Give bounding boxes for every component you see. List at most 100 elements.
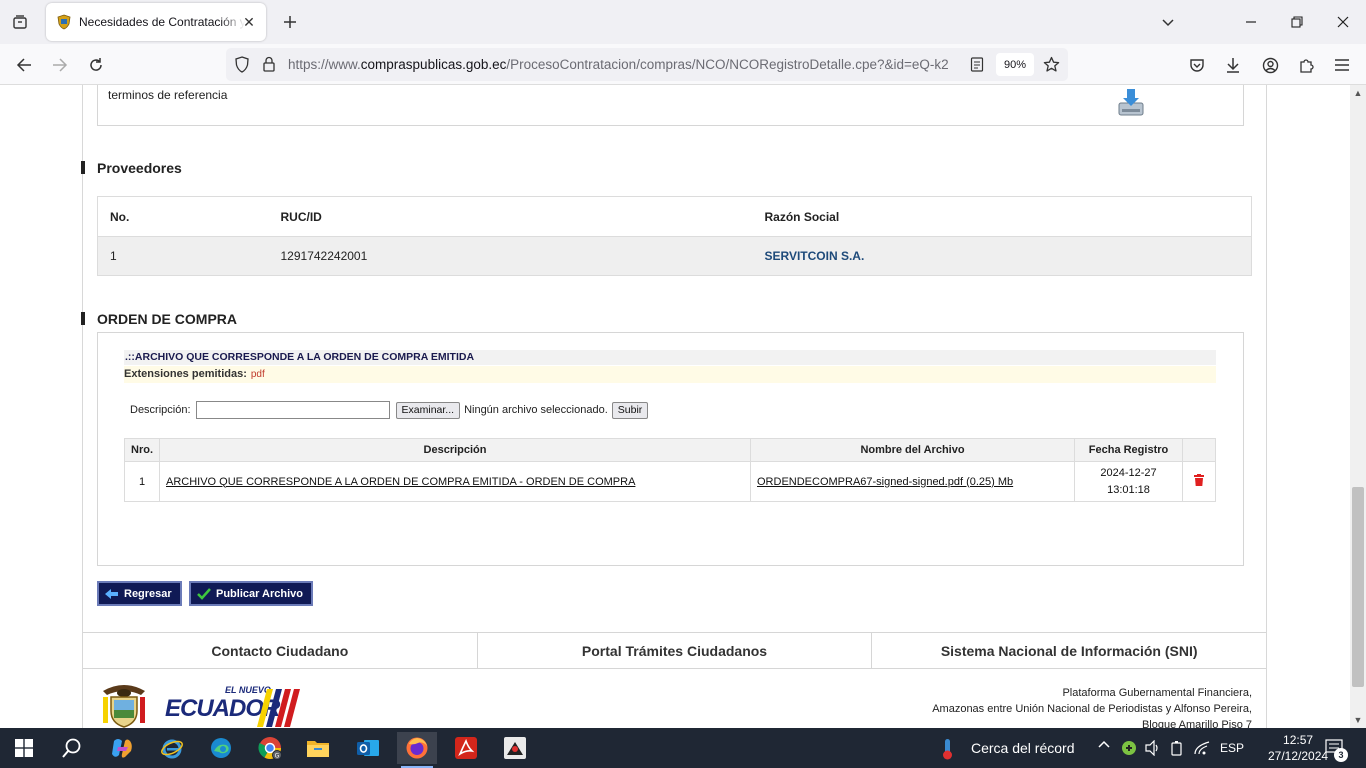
file-date-cell: 2024-12-27 13:01:18: [1074, 461, 1183, 502]
file-nro: 1: [124, 461, 160, 502]
vpn-shield-tray-icon[interactable]: [1121, 740, 1137, 756]
reader-view-icon[interactable]: [970, 57, 984, 72]
file-name-cell: ORDENDECOMPRA67-signed-signed.pdf (0.25)…: [750, 461, 1075, 502]
internet-explorer-icon[interactable]: [152, 732, 192, 764]
address-bar[interactable]: https://www.compraspublicas.gob.ec/Proce…: [226, 48, 1068, 81]
footer-address: Plataforma Gubernamental Financiera, Ama…: [932, 685, 1252, 728]
new-tab-icon[interactable]: [278, 10, 302, 34]
checkmark-icon: [197, 587, 211, 600]
volume-icon[interactable]: [1145, 740, 1161, 756]
chrome-icon[interactable]: G: [250, 732, 290, 764]
restore-window-icon[interactable]: [1283, 8, 1311, 36]
close-tab-icon[interactable]: ✕: [240, 13, 258, 31]
file-date: 2024-12-27: [1100, 466, 1157, 479]
outlook-icon[interactable]: [348, 732, 388, 764]
firefox-icon[interactable]: [397, 732, 437, 768]
windows-taskbar: G Cerca del récord ESP 12:57 27/12/2024 …: [0, 728, 1366, 768]
browser-tab-active[interactable]: Necesidades de Contratación y ✕: [46, 3, 266, 41]
proveedores-table: No. RUC/ID Razón Social 1 1291742242001 …: [97, 196, 1252, 276]
orden-compra-panel: .::ARCHIVO QUE CORRESPONDE A LA ORDEN DE…: [97, 332, 1244, 566]
padlock-icon[interactable]: [262, 56, 276, 72]
adobe-acrobat-icon[interactable]: [446, 732, 486, 764]
downloads-icon[interactable]: [1218, 50, 1248, 80]
publicar-archivo-button[interactable]: Publicar Archivo: [189, 581, 314, 606]
scrollbar-thumb[interactable]: [1352, 487, 1364, 687]
upload-button[interactable]: Subir: [611, 401, 649, 419]
trash-delete-icon[interactable]: [1194, 474, 1204, 486]
file-description-link[interactable]: ARCHIVO QUE CORRESPONDE A LA ORDEN DE CO…: [166, 476, 635, 488]
input-language[interactable]: ESP: [1220, 741, 1244, 755]
files-table: Nro. Descripción Nombre del Archivo Fech…: [124, 438, 1216, 502]
address-line: Bloque Amarillo Piso 7: [1141, 719, 1252, 728]
system-clock[interactable]: 12:57 27/12/2024: [1268, 732, 1328, 764]
document-label: terminos de referencia: [108, 88, 228, 102]
tab-title: Necesidades de Contratación y: [79, 15, 245, 29]
copilot-icon[interactable]: [102, 732, 142, 764]
archivo-section-header: .::ARCHIVO QUE CORRESPONDE A LA ORDEN DE…: [124, 350, 1216, 365]
footer-link-sni[interactable]: Sistema Nacional de Información (SNI): [872, 633, 1266, 668]
browse-button[interactable]: Examinar...: [395, 401, 461, 419]
edge-browser-icon[interactable]: [201, 732, 241, 764]
extensions-label: Extensiones pemitidas:: [124, 368, 247, 380]
column-header: Nro.: [124, 438, 160, 462]
wifi-icon[interactable]: [1193, 740, 1211, 756]
file-name-link[interactable]: ORDENDECOMPRA67-signed-signed.pdf (0.25)…: [757, 476, 1013, 488]
proveedor-no: 1: [97, 236, 269, 276]
tracking-shield-icon[interactable]: [234, 56, 250, 73]
el-nuevo-ecuador-logo: EL NUEVO ECUADOR: [165, 685, 307, 727]
proveedores-section-title: Proveedores: [81, 160, 182, 176]
minimize-window-icon[interactable]: [1237, 8, 1265, 36]
tab-list-icon[interactable]: [6, 10, 34, 34]
column-header: RUC/ID: [268, 196, 753, 237]
search-icon[interactable]: [52, 732, 92, 764]
page-scrollbar[interactable]: ▲ ▼: [1350, 85, 1366, 728]
url-text[interactable]: https://www.compraspublicas.gob.ec/Proce…: [288, 57, 960, 72]
windows-start-icon[interactable]: [4, 732, 44, 764]
download-file-icon[interactable]: [1117, 87, 1145, 117]
notification-count-badge: 3: [1334, 748, 1348, 762]
scroll-down-arrow-icon[interactable]: ▼: [1353, 715, 1363, 725]
list-all-tabs-chevron-icon[interactable]: [1154, 8, 1182, 36]
browser-tab-bar: Necesidades de Contratación y ✕: [0, 0, 1366, 44]
bookmark-star-icon[interactable]: [1043, 56, 1060, 73]
footer-link-contacto[interactable]: Contacto Ciudadano: [83, 633, 478, 668]
file-explorer-icon[interactable]: [298, 732, 338, 764]
footer-link-portal-tramites[interactable]: Portal Trámites Ciudadanos: [478, 633, 873, 668]
ecuador-shield-favicon-icon: [57, 14, 71, 30]
file-time: 13:01:18: [1107, 483, 1150, 496]
app-snipping-icon[interactable]: [495, 732, 535, 764]
column-header-actions: [1182, 438, 1216, 462]
file-description-cell: ARCHIVO QUE CORRESPONDE A LA ORDEN DE CO…: [159, 461, 751, 502]
table-row: 1 ARCHIVO QUE CORRESPONDE A LA ORDEN DE …: [124, 461, 1216, 502]
menu-hamburger-icon[interactable]: [1327, 50, 1357, 80]
publicar-archivo-label: Publicar Archivo: [216, 587, 304, 600]
zoom-level-badge[interactable]: 90%: [996, 53, 1034, 76]
scroll-up-arrow-icon[interactable]: ▲: [1353, 88, 1363, 98]
thermometer-weather-icon[interactable]: [940, 737, 956, 761]
address-line: Amazonas entre Unión Nacional de Periodi…: [932, 703, 1252, 715]
browser-nav-bar: https://www.compraspublicas.gob.ec/Proce…: [0, 44, 1366, 85]
regresar-button[interactable]: Regresar: [97, 581, 182, 606]
url-domain: compraspublicas.gob.ec: [360, 57, 507, 72]
account-icon[interactable]: [1255, 50, 1285, 80]
proveedor-ruc: 1291742242001: [268, 236, 753, 276]
close-window-icon[interactable]: [1329, 8, 1357, 36]
forward-arrow-icon[interactable]: [45, 50, 75, 80]
description-input[interactable]: [195, 401, 390, 419]
battery-icon[interactable]: [1169, 740, 1185, 756]
show-hidden-icons-chevron-icon[interactable]: [1097, 737, 1111, 753]
clock-time: 12:57: [1283, 733, 1314, 747]
delete-cell: [1182, 461, 1216, 502]
proveedor-razon-social-link[interactable]: SERVITCOIN S.A.: [752, 236, 1252, 276]
url-path: /ProcesoContratacion/compras/NCO/NCORegi…: [506, 57, 949, 72]
reload-icon[interactable]: [81, 50, 111, 80]
pocket-icon[interactable]: [1182, 50, 1212, 80]
weather-text[interactable]: Cerca del récord: [971, 740, 1075, 756]
description-label: Descripción:: [130, 404, 191, 416]
extensions-icon[interactable]: [1291, 50, 1321, 80]
extensions-value: pdf: [250, 369, 265, 380]
back-arrow-icon[interactable]: [9, 50, 39, 80]
orden-compra-section-title: ORDEN DE COMPRA: [80, 311, 237, 327]
footer-brand: EL NUEVO ECUADOR: [99, 681, 300, 728]
clock-date: 27/12/2024: [1268, 749, 1329, 763]
